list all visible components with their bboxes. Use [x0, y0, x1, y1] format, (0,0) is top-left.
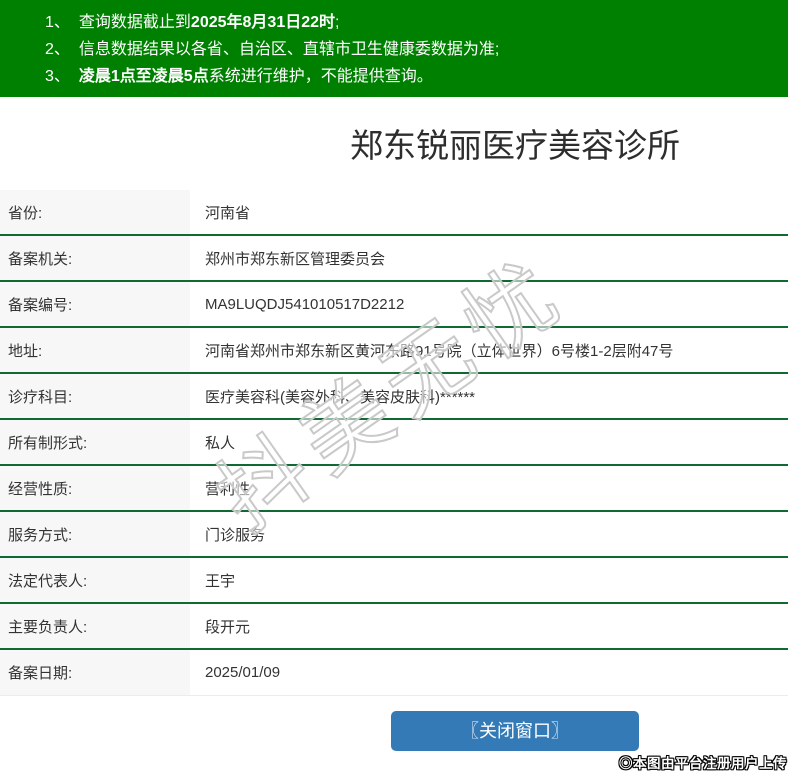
notice-line: 1、查询数据截止到2025年8月31日22时; [45, 9, 788, 36]
row-value: MA9LUQDJ541010517D2212 [190, 282, 788, 326]
notice-line: 3、凌晨1点至凌晨5点系统进行维护，不能提供查询。 [45, 63, 788, 90]
notice-text-bold: 凌晨1点至凌晨5点 [79, 68, 209, 85]
row-value: 河南省郑州市郑东新区黄河东路91号院（立体世界）6号楼1-2层附47号 [190, 328, 788, 372]
table-row: 主要负责人: 段开元 [0, 604, 788, 650]
table-row: 省份: 河南省 [0, 190, 788, 236]
content-area: 郑东锐丽医疗美容诊所 省份: 河南省 备案机关: 郑州市郑东新区管理委员会 备案… [0, 123, 788, 751]
row-value: 医疗美容科(美容外科、美容皮肤科)****** [190, 374, 788, 418]
row-label: 地址: [0, 328, 190, 372]
row-label: 省份: [0, 190, 190, 234]
table-row: 诊疗科目: 医疗美容科(美容外科、美容皮肤科)****** [0, 374, 788, 420]
button-row: 〖关闭窗口〗 [0, 711, 788, 751]
info-table: 省份: 河南省 备案机关: 郑州市郑东新区管理委员会 备案编号: MA9LUQD… [0, 190, 788, 696]
row-label: 备案机关: [0, 236, 190, 280]
row-value: 2025/01/09 [190, 650, 788, 695]
row-label: 服务方式: [0, 512, 190, 556]
table-row: 服务方式: 门诊服务 [0, 512, 788, 558]
row-value: 河南省 [190, 190, 788, 234]
row-label: 备案日期: [0, 650, 190, 695]
row-label: 备案编号: [0, 282, 190, 326]
table-row: 备案机关: 郑州市郑东新区管理委员会 [0, 236, 788, 282]
table-row: 所有制形式: 私人 [0, 420, 788, 466]
query-result-page: 1、查询数据截止到2025年8月31日22时; 2、信息数据结果以各省、自治区、… [0, 0, 788, 774]
notice-number: 2、 [45, 36, 70, 63]
row-value: 段开元 [190, 604, 788, 648]
table-row: 地址: 河南省郑州市郑东新区黄河东路91号院（立体世界）6号楼1-2层附47号 [0, 328, 788, 374]
table-row: 备案编号: MA9LUQDJ541010517D2212 [0, 282, 788, 328]
row-value: 郑州市郑东新区管理委员会 [190, 236, 788, 280]
table-row: 备案日期: 2025/01/09 [0, 650, 788, 696]
table-row: 经营性质: 营利性 [0, 466, 788, 512]
page-title: 郑东锐丽医疗美容诊所 [0, 123, 788, 169]
notice-text: 信息数据结果以各省、自治区、直辖市卫生健康委数据为准; [79, 41, 499, 58]
notice-number: 1、 [45, 9, 70, 36]
upload-credit-watermark: ◎本图由平台注册用户上传 [619, 752, 787, 772]
row-value: 私人 [190, 420, 788, 464]
row-label: 经营性质: [0, 466, 190, 510]
close-window-button[interactable]: 〖关闭窗口〗 [391, 711, 639, 751]
notice-text: 查询数据截止到 [79, 14, 191, 31]
notice-line: 2、信息数据结果以各省、自治区、直辖市卫生健康委数据为准; [45, 36, 788, 63]
table-row: 法定代表人: 王宇 [0, 558, 788, 604]
row-label: 诊疗科目: [0, 374, 190, 418]
notice-number: 3、 [45, 63, 70, 90]
notice-text: ; [335, 14, 339, 31]
notice-text: 系统进行维护，不能提供查询。 [209, 68, 433, 85]
row-value: 王宇 [190, 558, 788, 602]
row-label: 主要负责人: [0, 604, 190, 648]
row-label: 所有制形式: [0, 420, 190, 464]
row-value: 门诊服务 [190, 512, 788, 556]
row-value: 营利性 [190, 466, 788, 510]
notice-text-bold: 2025年8月31日22时 [191, 14, 335, 31]
row-label: 法定代表人: [0, 558, 190, 602]
notice-banner: 1、查询数据截止到2025年8月31日22时; 2、信息数据结果以各省、自治区、… [0, 0, 788, 97]
